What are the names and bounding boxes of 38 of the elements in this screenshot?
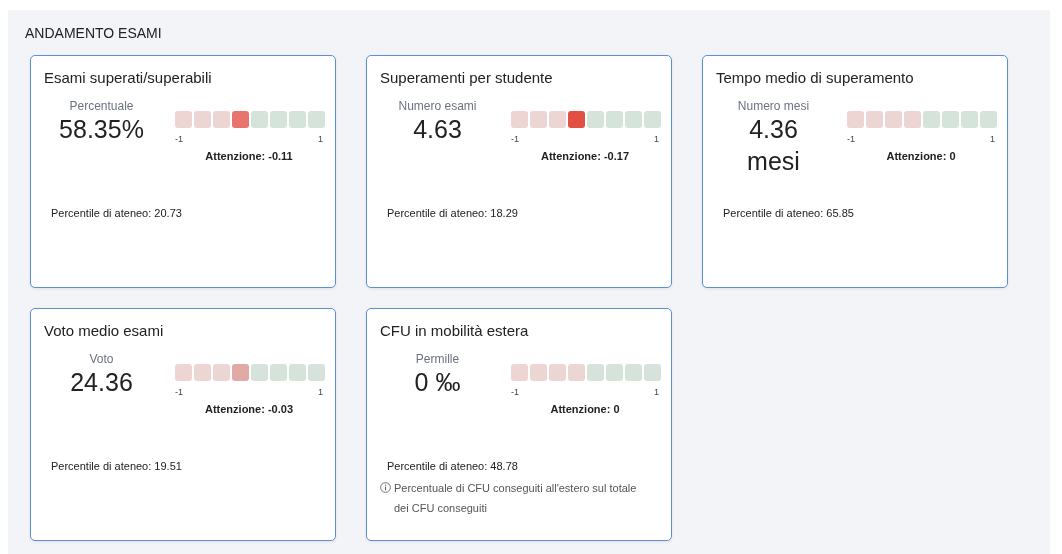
attention-score: Attenzione: 0: [550, 403, 620, 415]
attention-score: Attenzione: 0: [886, 150, 956, 162]
card-title: CFU in mobilità estera: [380, 322, 529, 339]
percentile-text: Percentile di ateneo: 18.29: [387, 207, 518, 219]
attention-score: Attenzione: -0.17: [541, 150, 629, 162]
metric-value: 24.36: [69, 367, 134, 398]
scale-max-label: 1: [318, 387, 323, 397]
scale-max-label: 1: [654, 134, 659, 144]
scale-min-label: -1: [847, 134, 855, 144]
section-title: ANDAMENTO ESAMI: [25, 25, 162, 41]
scale-max-label: 1: [990, 134, 995, 144]
metric-value: 4.63: [412, 114, 463, 145]
unit-label: Voto: [89, 352, 114, 366]
unit-label: Permille: [415, 352, 460, 366]
unit-label: Numero esami: [398, 99, 477, 113]
scale-max-label: 1: [318, 134, 323, 144]
scale-min-label: -1: [511, 387, 519, 397]
metric-value: 4.36 mesi: [746, 114, 801, 177]
scale-min-label: -1: [511, 134, 519, 144]
attention-score: Attenzione: -0.11: [205, 150, 293, 162]
card-title: Superamenti per studente: [380, 69, 553, 86]
metric-value: 58.35%: [58, 114, 145, 145]
card-title: Esami superati/superabili: [44, 69, 212, 86]
info-note: Percentuale di CFU conseguiti all'estero sul totale dei CFU conseguiti: [394, 481, 638, 516]
card-title: Tempo medio di superamento: [716, 69, 914, 86]
metric-value: 0 ‰: [413, 367, 462, 398]
percentile-text: Percentile di ateneo: 20.73: [51, 207, 182, 219]
scale-max-label: 1: [654, 387, 659, 397]
card-title: Voto medio esami: [44, 322, 164, 339]
percentile-text: Percentile di ateneo: 65.85: [723, 207, 854, 219]
scale-min-label: -1: [175, 387, 183, 397]
attention-score: Attenzione: -0.03: [205, 403, 293, 415]
percentile-text: Percentile di ateneo: 19.51: [51, 460, 182, 472]
percentile-text: Percentile di ateneo: 48.78: [387, 460, 518, 472]
info-icon: [380, 482, 391, 493]
unit-label: Percentuale: [69, 99, 134, 113]
scale-min-label: -1: [175, 134, 183, 144]
unit-label: Numero mesi: [737, 99, 810, 113]
